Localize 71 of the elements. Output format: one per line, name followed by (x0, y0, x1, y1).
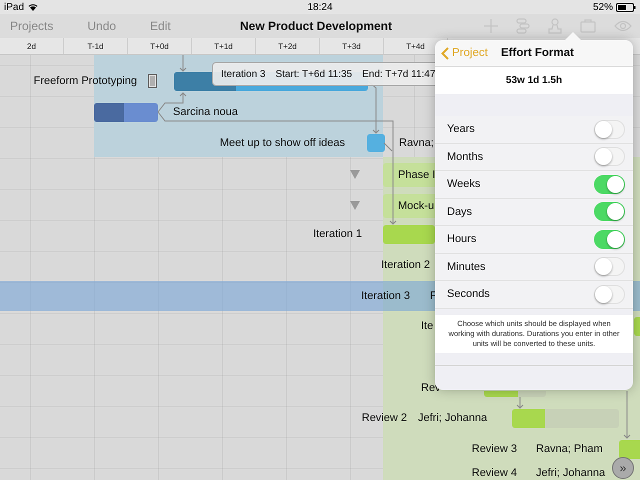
task-label: Iteration 2 (381, 258, 430, 272)
window-title: New Product Development (240, 19, 392, 33)
disclosure-triangle-icon[interactable] (350, 170, 360, 179)
unit-label: Weeks (447, 178, 480, 190)
unit-label: Seconds (447, 288, 490, 300)
unit-label: Hours (447, 233, 476, 246)
unit-label: Months (447, 150, 484, 163)
device-name: iPad (4, 2, 24, 12)
timeline-tick-label: T+3d (342, 42, 361, 50)
toggle-switch[interactable] (594, 230, 625, 249)
wifi-icon (28, 3, 38, 11)
group-bar[interactable] (383, 163, 435, 187)
unit-label: Minutes (447, 260, 486, 273)
toolbar-button[interactable]: Undo (87, 17, 116, 35)
disclosure-triangle-icon[interactable] (350, 201, 360, 210)
toolbar-button[interactable]: Projects (10, 17, 54, 35)
tooltip-start-time: Start: T+6d 11:35 (275, 68, 352, 80)
back-button[interactable]: Project (435, 46, 488, 60)
dependency-arrow (516, 396, 524, 409)
note-icon[interactable] (148, 74, 157, 88)
task-layers-icon[interactable] (516, 18, 530, 34)
toggle-switch[interactable] (594, 147, 625, 166)
chevron-left-icon (441, 46, 449, 60)
milestone-marker[interactable] (367, 134, 385, 152)
task-label: Review 4 (472, 466, 517, 480)
task-label: Review 2 (362, 411, 407, 425)
task-label: Review 3 (472, 442, 517, 456)
toolbar-button[interactable]: Edit (150, 17, 171, 35)
unit-label: Days (447, 206, 472, 218)
popover-title: Effort Format (501, 47, 574, 59)
tooltip-end-time: End: T+7d 11:47 (362, 68, 436, 80)
clock-time: 18:24 (307, 2, 333, 12)
timeline-tick-label: 2d (27, 42, 36, 50)
task-label: Ite (421, 319, 434, 333)
format-preview: 53w 1d 1.5h (506, 75, 562, 86)
dependency-arrow (180, 55, 186, 72)
task-label: Iteration 3 (361, 289, 410, 303)
toggle-switch[interactable] (594, 284, 625, 304)
task-label: Iteration 1 (313, 227, 362, 241)
toggle-switch[interactable] (594, 120, 625, 139)
battery-percent: 52% (592, 2, 613, 12)
timeline-tick-label: T+2d (278, 42, 297, 50)
task-label: Mock-u (398, 199, 434, 213)
assignee-label: Ravna; Pham (536, 442, 603, 456)
task-label: Meet up to show off ideas (220, 136, 345, 150)
timeline-tick-label: T-1d (87, 42, 104, 50)
unit-label: Years (447, 123, 475, 136)
task-label: Freeform Prototyping (34, 74, 137, 88)
briefcase-icon[interactable] (580, 19, 596, 33)
add-icon[interactable] (484, 19, 498, 33)
person-icon[interactable] (548, 18, 562, 34)
assignee-label: Jefri; Johanna (418, 411, 488, 425)
task-label: Phase I (398, 168, 436, 182)
eye-icon[interactable] (614, 20, 632, 32)
toggle-switch[interactable] (594, 257, 625, 276)
toggle-switch[interactable] (594, 174, 625, 194)
task-label: Sarcina noua (173, 105, 238, 119)
timeline-tick-label: T+0d (150, 42, 169, 50)
group-bar[interactable] (383, 194, 435, 218)
task-bar[interactable] (512, 409, 619, 428)
task-bar[interactable] (383, 225, 435, 244)
task-bar[interactable] (484, 391, 546, 397)
assignee-label: Ravna; (399, 136, 434, 150)
battery-icon (616, 2, 636, 12)
timeline-tick-label: T+4d (406, 42, 425, 50)
timeline-tick-label: T+1d (214, 42, 233, 50)
toggle-switch[interactable] (594, 202, 625, 222)
assignee-label: Jefri; Johanna (536, 466, 606, 480)
dependency-arrow (624, 390, 630, 439)
task-bar[interactable] (94, 103, 158, 122)
tooltip-task-name: Iteration 3 (221, 68, 266, 80)
